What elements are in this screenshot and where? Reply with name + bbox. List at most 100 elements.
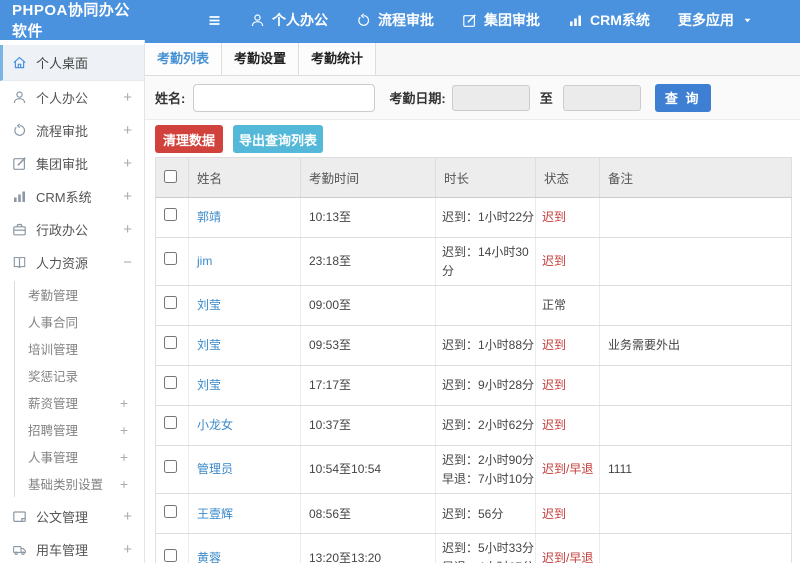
duration-cell: 迟到：1小时22分 <box>435 197 536 238</box>
sidebar-item-document-mgmt[interactable]: 公文管理 + <box>0 500 144 533</box>
sidebar-item-hr[interactable]: 人力资源 − <box>0 246 144 279</box>
remark-cell <box>599 533 792 563</box>
employee-name-link[interactable]: 管理员 <box>197 462 233 476</box>
employee-name-link[interactable]: 郭靖 <box>197 210 221 224</box>
sidebar-subitem-label: 考勤管理 <box>28 289 79 303</box>
expand-sign: + <box>123 508 132 525</box>
date-from-input[interactable] <box>451 84 530 111</box>
tab-bar: 考勤列表 考勤设置 考勤统计 <box>145 40 800 76</box>
name-input[interactable] <box>193 83 376 112</box>
duration-cell: 迟到：2小时62分 <box>435 405 536 447</box>
tab-attendance-settings[interactable]: 考勤设置 <box>222 43 299 75</box>
row-checkbox[interactable] <box>164 252 177 266</box>
status-cell: 迟到 <box>535 365 600 407</box>
employee-name-link[interactable]: 刘莹 <box>197 338 221 352</box>
row-checkbox[interactable] <box>164 416 177 430</box>
sidebar-subitem-salary-mgmt[interactable]: 薪资管理 + <box>15 389 144 416</box>
export-list-button[interactable]: 导出查询列表 <box>233 125 324 153</box>
select-all-checkbox[interactable] <box>164 169 177 183</box>
nav-personal-office[interactable]: 个人办公 <box>236 0 342 40</box>
tab-attendance-list[interactable]: 考勤列表 <box>145 43 222 75</box>
sidebar-subitem-training-mgmt[interactable]: 培训管理 <box>15 335 144 362</box>
caret-down-icon <box>741 14 754 27</box>
table-row: 王壹辉 08:56至 迟到：56分 迟到 <box>155 493 792 535</box>
employee-name-link[interactable]: 王壹辉 <box>197 507 233 521</box>
status-cell: 迟到/早退 <box>535 445 600 495</box>
row-checkbox[interactable] <box>164 460 177 474</box>
sidebar-item-crm[interactable]: CRM系统 + <box>0 180 144 213</box>
attendance-time-cell: 10:37至 <box>300 405 436 447</box>
row-checkbox[interactable] <box>164 208 177 222</box>
clean-data-button[interactable]: 清理数据 <box>155 125 224 153</box>
table-row: 小龙女 10:37至 迟到：2小时62分 迟到 <box>155 405 792 447</box>
sidebar-item-group-approval[interactable]: 集团审批 + <box>0 147 144 180</box>
briefcase-icon <box>12 222 27 237</box>
sidebar-item-admin-office[interactable]: 行政办公 + <box>0 213 144 246</box>
table-header-row: 姓名 考勤时间 时长 状态 备注 <box>155 157 792 198</box>
remark-cell: 业务需要外出 <box>599 325 792 367</box>
sidebar-item-personal-office[interactable]: 个人办公 + <box>0 81 144 114</box>
sidebar-item-label: 集团审批 <box>36 157 89 172</box>
header-duration: 时长 <box>435 157 536 198</box>
employee-name-link[interactable]: 黄蓉 <box>197 551 221 563</box>
book-icon <box>12 255 27 270</box>
nav-label: 个人办公 <box>272 12 328 28</box>
remark-cell: 1111 <box>599 445 792 495</box>
employee-name-link[interactable]: 刘莹 <box>197 298 221 312</box>
duration-cell <box>435 285 536 327</box>
sidebar-item-label: CRM系统 <box>36 190 92 205</box>
status-cell: 迟到/早退 <box>535 533 600 563</box>
edit-icon <box>462 13 477 28</box>
nav-more-apps[interactable]: 更多应用 <box>664 0 768 40</box>
table-row: 管理员 10:54至10:54 迟到：2小时90分 早退：7小时10分 迟到/早… <box>155 445 792 495</box>
expand-sign: + <box>123 89 132 106</box>
status-cell: 迟到 <box>535 325 600 367</box>
nav-workflow-approval[interactable]: 流程审批 <box>342 0 448 40</box>
row-checkbox[interactable] <box>164 376 177 390</box>
employee-name-link[interactable]: 刘莹 <box>197 378 221 392</box>
sidebar-subitem-label: 人事管理 <box>28 451 79 465</box>
sidebar-subitem-basic-category-settings[interactable]: 基础类别设置 + <box>15 470 144 497</box>
sidebar-subitem-personnel-mgmt[interactable]: 人事管理 + <box>15 443 144 470</box>
topbar: PHPOA协同办公软件 个人办公 流程审批 集团审批 CRM系统 更多应用 <box>0 0 800 40</box>
expand-sign: + <box>123 155 132 172</box>
sidebar-subitem-reward-punishment[interactable]: 奖惩记录 <box>15 362 144 389</box>
nav-label: CRM系统 <box>590 12 650 28</box>
status-cell: 迟到 <box>535 237 600 287</box>
sidebar-subitem-personnel-contract[interactable]: 人事合同 <box>15 308 144 335</box>
sidebar-subitem-recruitment-mgmt[interactable]: 招聘管理 + <box>15 416 144 443</box>
sidebar-item-label: 用车管理 <box>36 543 89 558</box>
row-checkbox[interactable] <box>164 504 177 518</box>
row-checkbox[interactable] <box>164 336 177 350</box>
sidebar-item-personal-desktop[interactable]: 个人桌面 <box>0 45 144 81</box>
query-button[interactable]: 查 询 <box>654 83 711 112</box>
nav-crm[interactable]: CRM系统 <box>554 0 664 40</box>
employee-name-link[interactable]: jim <box>197 254 212 268</box>
status-cell: 正常 <box>535 285 600 327</box>
attendance-time-cell: 08:56至 <box>300 493 436 535</box>
sidebar-item-workflow-approval[interactable]: 流程审批 + <box>0 114 144 147</box>
attendance-time-cell: 17:17至 <box>300 365 436 407</box>
collapse-sign: − <box>123 254 132 271</box>
table-row: 郭靖 10:13至 迟到：1小时22分 迟到 <box>155 197 792 238</box>
hamburger-icon[interactable] <box>207 13 222 28</box>
sidebar-subitem-label: 人事合同 <box>28 316 79 330</box>
header-name: 姓名 <box>188 157 301 198</box>
action-bar: 清理数据 导出查询列表 <box>145 120 800 157</box>
header-status: 状态 <box>535 157 600 198</box>
nav-group-approval[interactable]: 集团审批 <box>448 0 554 40</box>
table-row: 刘莹 09:00至 正常 <box>155 285 792 327</box>
top-navigation: 个人办公 流程审批 集团审批 CRM系统 更多应用 <box>236 0 768 40</box>
date-to-input[interactable] <box>562 84 641 111</box>
tab-attendance-statistics[interactable]: 考勤统计 <box>299 43 376 75</box>
employee-name-link[interactable]: 小龙女 <box>197 418 233 432</box>
document-icon <box>12 509 27 524</box>
row-checkbox[interactable] <box>164 296 177 310</box>
app-title: PHPOA协同办公软件 <box>12 2 130 40</box>
expand-sign: + <box>123 122 132 139</box>
row-checkbox[interactable] <box>164 548 177 562</box>
sidebar-item-vehicle-mgmt[interactable]: 用车管理 + <box>0 533 144 563</box>
table-row: 刘莹 09:53至 迟到：1小时88分 迟到 业务需要外出 <box>155 325 792 367</box>
sidebar-subitem-attendance-mgmt[interactable]: 考勤管理 <box>15 281 144 308</box>
sidebar-item-label: 个人办公 <box>36 91 89 106</box>
